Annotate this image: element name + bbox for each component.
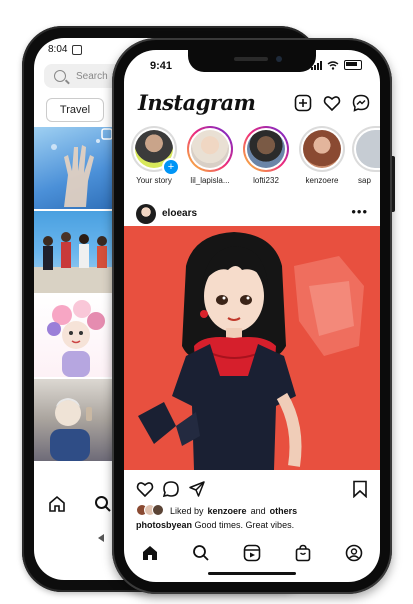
- explore-tile-hand-image[interactable]: [34, 127, 118, 209]
- side-button: [392, 156, 395, 212]
- status-indicators: [311, 60, 362, 70]
- explore-tile-group-image[interactable]: [34, 211, 118, 293]
- camera-status-icon: [72, 44, 83, 55]
- search-icon[interactable]: [94, 495, 112, 513]
- header-actions: [294, 94, 370, 112]
- stories-row: + Your story lil_lapisla... lofti232 ken…: [124, 126, 380, 196]
- story-ring: [243, 126, 289, 172]
- liked-by-row[interactable]: Liked by kenzoere and others: [136, 504, 297, 518]
- bottom-nav: [124, 538, 380, 568]
- caption-text: Good times. Great vibes.: [194, 520, 295, 530]
- liked-by-prefix: Liked by: [170, 506, 204, 516]
- home-indicator[interactable]: [208, 572, 296, 575]
- story-label: lil_lapisla...: [190, 176, 230, 185]
- explore-tile-illustration-image[interactable]: [34, 295, 118, 377]
- like-icon[interactable]: [136, 480, 154, 498]
- bookmark-icon[interactable]: [352, 480, 368, 498]
- story-label: sap: [358, 176, 371, 185]
- more-horizontal-icon[interactable]: •••: [351, 204, 368, 219]
- back-triangle-icon[interactable]: [96, 533, 106, 543]
- story-avatar: [356, 130, 380, 168]
- back-status-bar: 8:04: [48, 44, 83, 55]
- story-item[interactable]: kenzoere: [296, 126, 348, 185]
- add-story-icon[interactable]: +: [162, 158, 180, 176]
- home-icon[interactable]: [141, 544, 159, 562]
- front-phone: 9:41 Instagram + Your story lil_lapisla.…: [112, 38, 395, 594]
- shop-icon[interactable]: [294, 544, 312, 562]
- liked-by-user[interactable]: kenzoere: [208, 506, 247, 516]
- heart-icon[interactable]: [323, 94, 341, 112]
- post-caption: photosbyean Good times. Great vibes.: [136, 520, 294, 530]
- story-item[interactable]: lil_lapisla...: [184, 126, 236, 185]
- story-item[interactable]: sap: [352, 126, 380, 185]
- post-author-avatar[interactable]: [136, 204, 156, 224]
- liked-by-avatars: [136, 504, 164, 518]
- new-post-icon[interactable]: [294, 94, 312, 112]
- story-avatar: [303, 130, 341, 168]
- liked-by-others[interactable]: others: [270, 506, 298, 516]
- explore-tile-portrait-image[interactable]: [34, 379, 118, 461]
- front-camera: [276, 56, 282, 62]
- profile-icon[interactable]: [345, 544, 363, 562]
- story-ring: [352, 126, 380, 172]
- app-title[interactable]: Instagram: [138, 90, 256, 115]
- search-icon: [54, 70, 66, 82]
- travel-filter-chip[interactable]: Travel: [46, 98, 104, 122]
- story-label: lofti232: [253, 176, 279, 185]
- messenger-icon[interactable]: [352, 94, 370, 112]
- speaker: [234, 57, 268, 61]
- reels-icon[interactable]: [243, 544, 261, 562]
- caption-username[interactable]: photosbyean: [136, 520, 192, 530]
- liked-by-connector: and: [250, 506, 266, 516]
- comment-icon[interactable]: [162, 480, 180, 498]
- story-ring: [187, 126, 233, 172]
- back-status-time: 8:04: [48, 44, 68, 55]
- signal-icon: [311, 60, 322, 70]
- share-icon[interactable]: [188, 480, 206, 498]
- notch: [188, 50, 316, 72]
- story-ring: [299, 126, 345, 172]
- story-your-story[interactable]: + Your story: [128, 126, 180, 185]
- post-header: eloears •••: [124, 200, 380, 228]
- story-item[interactable]: lofti232: [240, 126, 292, 185]
- story-avatar: [191, 130, 229, 168]
- post-username[interactable]: eloears: [162, 208, 197, 219]
- post-image[interactable]: [124, 226, 380, 470]
- post-actions: [124, 478, 380, 500]
- story-label: kenzoere: [305, 176, 339, 185]
- home-icon[interactable]: [48, 495, 66, 513]
- wifi-icon: [327, 60, 339, 70]
- instagram-feed-screen: 9:41 Instagram + Your story lil_lapisla.…: [124, 50, 380, 582]
- search-icon[interactable]: [192, 544, 210, 562]
- explore-search-placeholder: Search: [76, 70, 108, 82]
- story-avatar: [247, 130, 285, 168]
- story-label: Your story: [136, 176, 172, 185]
- battery-icon: [344, 60, 362, 70]
- status-time: 9:41: [150, 60, 173, 72]
